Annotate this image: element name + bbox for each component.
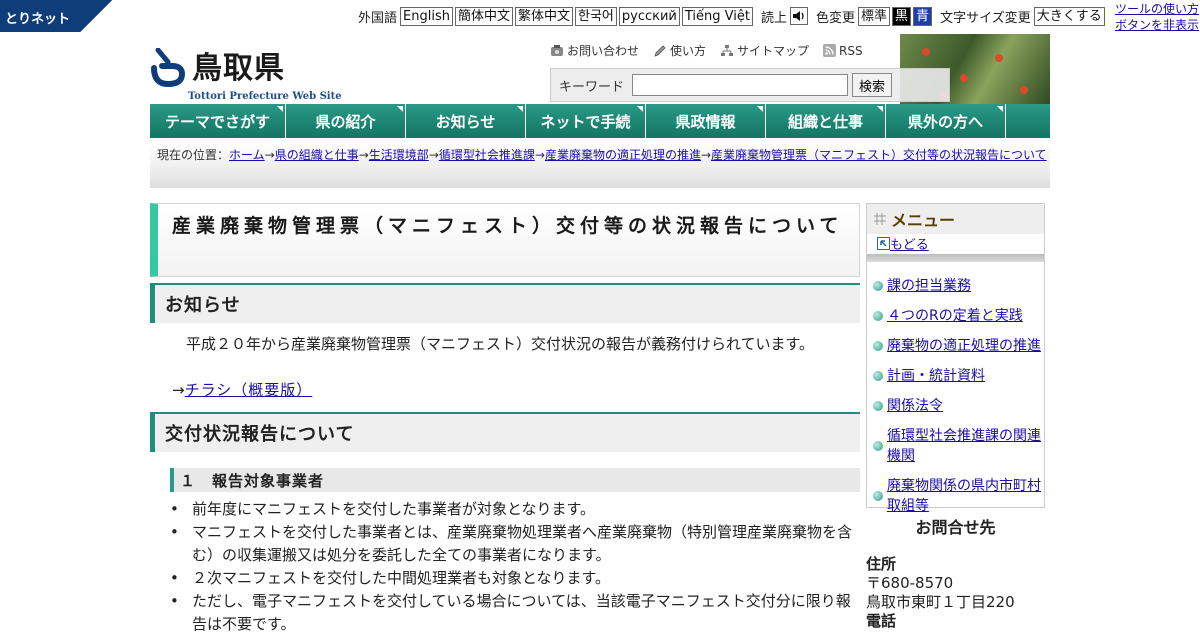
breadcrumb-current[interactable]: 産業廃棄物管理票（マニフェスト）交付等の状況報告について (711, 148, 1047, 162)
side-menu-heading: メニュー (867, 204, 1044, 234)
contact-link[interactable]: お問い合わせ (550, 42, 639, 59)
subheading-target: １ 報告対象事業者 (170, 468, 860, 492)
page-title: 産業廃棄物管理票（マニフェスト）交付等の状況報告について (172, 215, 844, 237)
notice-text: 平成２０年から産業廃棄物管理票（マニフェスト）交付状況の報告が義務付けられていま… (186, 335, 815, 353)
tool-help-link[interactable]: ツールの使い方 (1115, 1, 1199, 17)
utility-bar: とりネット 外国語 English 簡体中文 繁体中文 한국어 русский … (0, 0, 1200, 34)
sitemap-link[interactable]: サイトマップ (720, 42, 809, 59)
search-form: キーワード 検索 (550, 68, 950, 102)
list-item: ただし、電子マニフェストを交付している場合については、当該電子マニフェスト交付分… (150, 590, 860, 636)
breadcrumb-label: 現在の位置： (157, 148, 230, 162)
bullet-icon (873, 401, 883, 411)
lang-vietnamese-button[interactable]: Tiếng Việt (681, 6, 753, 26)
contact-box: お問合せ先 住所 〒680-8570 鳥取市東町１丁目220 電話 (866, 518, 1045, 631)
target-list: 前年度にマニフェストを交付した事業者が対象となります。 マニフェストを交付した事… (150, 498, 860, 636)
sitemap-icon (721, 44, 734, 56)
list-item: 前年度にマニフェストを交付した事業者が対象となります。 (150, 498, 860, 521)
address-label: 住所 (866, 555, 897, 573)
lang-russian-button[interactable]: русский (618, 6, 680, 26)
bullet-icon (873, 281, 883, 291)
nav-tab-government[interactable]: 県政情報 (646, 104, 766, 138)
enlarge-font-button[interactable]: 大きくする (1033, 6, 1105, 26)
search-button[interactable]: 検索 (852, 73, 893, 97)
side-menu-item[interactable]: 関係法令 (873, 396, 1042, 416)
breadcrumb-home[interactable]: ホーム (229, 148, 265, 162)
rss-icon (823, 44, 837, 57)
bullet-icon (873, 371, 883, 381)
back-arrow-icon (877, 236, 890, 250)
speaker-icon[interactable] (790, 7, 808, 25)
usage-link[interactable]: 使い方 (653, 42, 706, 59)
address: 鳥取市東町１丁目220 (866, 593, 1015, 611)
nav-tab-organization[interactable]: 組織と仕事 (766, 104, 886, 138)
divider (867, 254, 1044, 262)
logo-kanji: 鳥取県 (192, 51, 285, 86)
pencil-icon (654, 44, 666, 57)
nav-tab-theme[interactable]: テーマでさがす (150, 104, 286, 138)
lang-simplified-chinese-button[interactable]: 簡体中文 (454, 6, 513, 26)
breadcrumb-organization[interactable]: 県の組織と仕事 (275, 148, 359, 162)
nav-tab-visitors[interactable]: 県外の方へ (886, 104, 1006, 138)
color-blue-button[interactable]: 青 (913, 6, 933, 26)
bullet-icon (873, 341, 883, 351)
tottori-emblem-icon (151, 48, 186, 88)
lang-korean-button[interactable]: 한국어 (575, 6, 617, 26)
breadcrumb-division[interactable]: 循環型社会推進課 (439, 148, 535, 162)
breadcrumb-waste[interactable]: 産業廃棄物の適正処理の推進 (545, 148, 701, 162)
side-menu: メニュー もどる 課の担当業務 ４つのRの定着と実践 廃棄物の適正処理の推進 計… (866, 203, 1045, 514)
site-header: 鳥取県 Tottori Prefecture Web Site お問い合わせ 使… (150, 34, 1050, 104)
back-link[interactable]: もどる (890, 234, 929, 253)
breadcrumb-environment[interactable]: 生活環境部 (369, 148, 429, 162)
logo-english: Tottori Prefecture Web Site (188, 91, 342, 102)
side-menu-item[interactable]: 廃棄物関係の県内市町村取組等 (873, 476, 1042, 516)
lang-traditional-chinese-button[interactable]: 繁体中文 (514, 6, 573, 26)
side-menu-item[interactable]: 循環型社会推進課の関連機関 (873, 426, 1042, 466)
list-item: ２次マニフェストを交付した中間処理業者も対象となります。 (150, 567, 860, 590)
side-menu-item[interactable]: 課の担当業務 (873, 276, 1042, 296)
bullet-icon (873, 491, 883, 501)
font-size-label: 文字サイズ変更 (940, 10, 1031, 26)
nav-tab-intro[interactable]: 県の紹介 (286, 104, 406, 138)
breadcrumb: 現在の位置：ホーム→県の組織と仕事→生活環境部→循環型社会推進課→産業廃棄物の適… (150, 144, 1050, 188)
bullet-icon (873, 441, 883, 451)
torinet-logo[interactable]: とりネット (0, 0, 112, 32)
foreign-language-label: 外国語 (358, 10, 398, 26)
contact-title: お問合せ先 (915, 518, 996, 537)
search-input[interactable] (632, 74, 849, 96)
read-aloud-label: 読上 (760, 10, 787, 26)
nav-tab-online[interactable]: ネットで手続 (526, 104, 646, 138)
accessibility-tools: 外国語 English 簡体中文 繁体中文 한국어 русский Tiếng … (358, 6, 1107, 26)
hide-buttons-link[interactable]: ボタンを非表示 (1115, 17, 1199, 33)
postal-code: 〒680-8570 (866, 574, 954, 592)
back-link-row: もどる (867, 234, 1044, 253)
section-heading-notice: お知らせ (150, 283, 860, 323)
rss-link[interactable]: RSS (823, 42, 863, 59)
color-change-label: 色変更 (816, 10, 856, 26)
side-menu-item[interactable]: 廃棄物の適正処理の推進 (873, 336, 1042, 356)
section-heading-report: 交付状況報告について (150, 412, 860, 452)
lang-english-button[interactable]: English (400, 6, 453, 26)
grid-icon (874, 213, 886, 225)
phone-label: 電話 (866, 612, 897, 630)
nav-tab-news[interactable]: お知らせ (406, 104, 526, 138)
bullet-icon (873, 311, 883, 321)
side-menu-item[interactable]: 計画・統計資料 (873, 366, 1042, 386)
flyer-link-line: →チラシ（概要版） (172, 381, 313, 399)
site-logo[interactable]: 鳥取県 Tottori Prefecture Web Site (150, 46, 342, 102)
keyword-label: キーワード (559, 79, 625, 95)
color-black-button[interactable]: 黒 (892, 6, 912, 26)
page-title-box: 産業廃棄物管理票（マニフェスト）交付等の状況報告について (150, 203, 860, 277)
flyer-link[interactable]: チラシ（概要版） (185, 381, 313, 399)
global-nav: テーマでさがす 県の紹介 お知らせ ネットで手続 県政情報 組織と仕事 県外の方… (150, 104, 1050, 138)
list-item: マニフェストを交付した事業者とは、産業廃棄物処理業者へ産業廃棄物（特別管理産業廃… (150, 521, 860, 567)
main-content: 産業廃棄物管理票（マニフェスト）交付等の状況報告について お知らせ 平成２０年か… (150, 203, 860, 636)
header-links: お問い合わせ 使い方 サイトマップ RSS (550, 42, 877, 59)
side-menu-item[interactable]: ４つのRの定着と実践 (873, 306, 1042, 326)
phone-icon (551, 44, 563, 56)
color-standard-button[interactable]: 標準 (858, 6, 891, 26)
